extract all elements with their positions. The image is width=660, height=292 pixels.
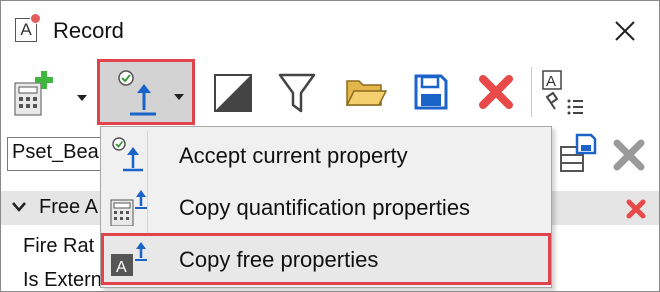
color-picker-icon — [214, 74, 252, 112]
delete-button[interactable] — [477, 73, 515, 111]
open-folder-icon — [345, 80, 388, 106]
color-picker-button[interactable] — [213, 73, 253, 113]
accept-property-icon — [112, 137, 143, 172]
menu-item-label: Copy quantification properties — [179, 195, 471, 220]
chevron-down-icon[interactable] — [11, 200, 27, 214]
add-dropdown-arrow[interactable] — [77, 95, 87, 101]
close-icon[interactable] — [613, 19, 637, 43]
filter-icon — [278, 73, 316, 113]
database-save-icon — [560, 133, 597, 172]
calculator-copy-icon — [110, 190, 147, 226]
title-bar: A Record — [1, 1, 659, 61]
free-properties-button[interactable]: A — [541, 69, 587, 115]
save-icon — [414, 74, 448, 110]
record-window: A Record A Pset_Bea Free A Fire Rat Is E… — [0, 0, 660, 292]
menu-item-label: Copy free properties — [179, 247, 379, 272]
svg-text:A: A — [116, 259, 127, 276]
filter-button[interactable] — [277, 71, 317, 115]
svg-text:A: A — [546, 73, 556, 90]
menu-item-copy-quantification-properties[interactable]: Copy quantification properties — [101, 181, 551, 233]
free-properties-list-icon: A — [542, 70, 583, 115]
menu-item-label: Accept current property — [179, 143, 408, 168]
window-title: Record — [53, 18, 124, 43]
menu-item-copy-free-properties[interactable]: A Copy free properties — [101, 233, 551, 285]
pset-save-button[interactable] — [557, 133, 597, 175]
toolbar: A — [1, 57, 659, 127]
save-button[interactable] — [413, 73, 449, 111]
pset-delete-button[interactable] — [611, 137, 647, 173]
app-icon: A — [15, 13, 41, 42]
toolbar-separator — [531, 67, 532, 117]
accept-split-button[interactable] — [97, 59, 195, 125]
calculator-add-icon — [14, 71, 53, 116]
accept-dropdown-menu: Accept current property Copy quantificat… — [100, 126, 552, 288]
add-quantity-button[interactable] — [13, 67, 59, 117]
accept-dropdown-arrow[interactable] — [174, 94, 184, 100]
delete-icon[interactable] — [625, 198, 647, 220]
delete-icon — [479, 75, 513, 109]
free-property-copy-icon: A — [111, 242, 147, 276]
menu-item-accept-current-property[interactable]: Accept current property — [101, 129, 551, 181]
group-label: Free A — [39, 196, 98, 218]
delete-gray-icon — [613, 139, 645, 171]
accept-property-icon — [118, 70, 156, 116]
property-row[interactable]: Fire Rat — [23, 235, 94, 258]
pset-field[interactable]: Pset_Bea — [7, 137, 107, 171]
open-folder-button[interactable] — [345, 75, 388, 109]
